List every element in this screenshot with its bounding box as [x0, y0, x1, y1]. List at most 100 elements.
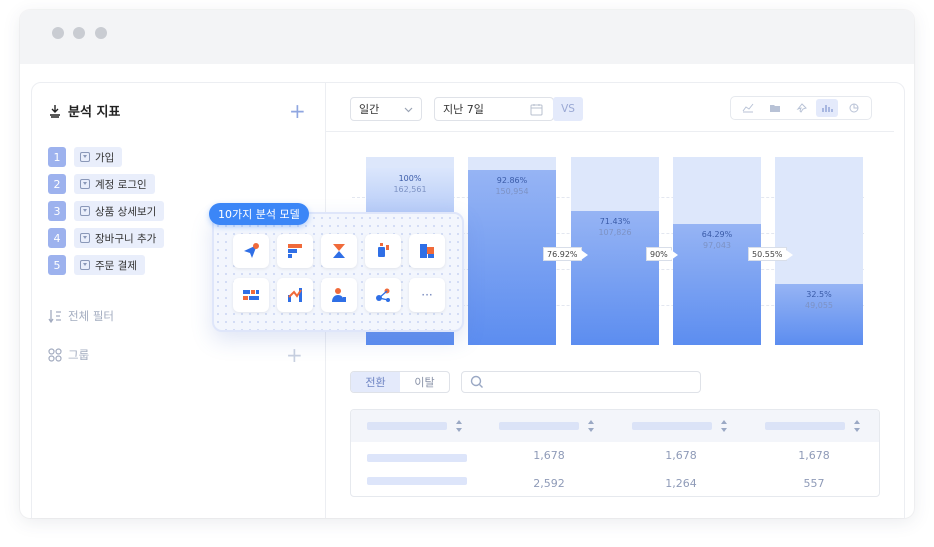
funnel-bar-count: 162,561: [393, 185, 427, 194]
group-label: 그룹: [68, 348, 90, 362]
group-link[interactable]: 그룹: [48, 347, 89, 363]
model-tile-attribution[interactable]: [365, 234, 401, 268]
metric-label: 가입: [95, 151, 115, 164]
row-label-placeholder: [367, 477, 467, 485]
funnel-bar-count: 49,055: [805, 301, 833, 310]
bar-chart-icon: [822, 105, 834, 112]
metric-chip[interactable]: 계정 로그인: [74, 174, 155, 194]
chart-type-toolbar: [730, 96, 872, 120]
pie-chart-button[interactable]: [843, 99, 865, 117]
table-cell: 1,678: [665, 449, 697, 462]
funnel-icon: [288, 244, 302, 258]
window-maximize-dot[interactable]: [95, 27, 107, 39]
model-tile-retention[interactable]: [321, 234, 357, 268]
more-models-button[interactable]: ···: [409, 278, 445, 312]
conversion-rate-tag: 50.55%: [748, 247, 792, 261]
metric-number: 2: [48, 174, 66, 194]
model-tile-trend[interactable]: [277, 278, 313, 312]
metric-number: 3: [48, 201, 66, 221]
plug-icon: [378, 243, 389, 257]
pin-button[interactable]: [790, 99, 812, 117]
metric-label: 상품 상세보기: [95, 205, 157, 218]
metric-number: 5: [48, 255, 66, 275]
add-metric-button[interactable]: +: [289, 101, 306, 121]
window-close-dot[interactable]: [52, 27, 64, 39]
line-chart-icon: [742, 103, 754, 113]
tab-dropoff[interactable]: 이탈: [400, 372, 449, 392]
metric-row[interactable]: 3 상품 상세보기: [48, 201, 165, 221]
funnel-bar-percent: 92.86%: [496, 176, 528, 185]
metric-label: 계정 로그인: [95, 178, 147, 191]
metric-chip[interactable]: 주문 결제: [74, 255, 145, 275]
sort-icon[interactable]: [853, 419, 861, 433]
column-header: [499, 422, 579, 430]
metric-chip[interactable]: 상품 상세보기: [74, 201, 165, 221]
period-value: 일간: [359, 103, 380, 116]
date-range-select[interactable]: 지난 7일: [434, 97, 554, 121]
sort-icon[interactable]: [720, 419, 728, 433]
model-tile-distribution[interactable]: [409, 234, 445, 268]
bar-chart-button[interactable]: [816, 99, 839, 117]
metric-row[interactable]: 2 계정 로그인: [48, 174, 155, 194]
funnel-bar-count: 150,954: [495, 187, 529, 196]
dropdown-icon: [80, 233, 90, 243]
dropdown-icon: [80, 179, 90, 189]
analysis-models-popup: ···: [212, 212, 464, 332]
model-tile-journey[interactable]: [233, 234, 269, 268]
window-minimize-dot[interactable]: [73, 27, 85, 39]
folder-icon: [769, 105, 780, 112]
pin-icon: [796, 103, 807, 113]
sort-icon[interactable]: [455, 419, 463, 433]
metric-label: 장바구니 추가: [95, 232, 157, 245]
folder-button[interactable]: [764, 99, 786, 117]
calendar-icon: [530, 104, 543, 116]
blocks-icon: [420, 244, 434, 258]
metric-chip[interactable]: 가입: [74, 147, 123, 167]
search-input[interactable]: [461, 371, 701, 393]
model-tile-network[interactable]: [365, 278, 401, 312]
sort-icon[interactable]: [587, 419, 595, 433]
metric-row[interactable]: 5 주문 결제: [48, 255, 145, 275]
model-tile-user[interactable]: [321, 278, 357, 312]
chevron-down-icon: [404, 107, 413, 113]
metrics-title: 분석 지표: [68, 105, 121, 120]
metric-chip[interactable]: 장바구니 추가: [74, 228, 165, 248]
metric-row[interactable]: 4 장바구니 추가: [48, 228, 165, 248]
conversion-rate-tag: 76.92%: [543, 247, 587, 261]
column-header: [632, 422, 712, 430]
line-chart-button[interactable]: [737, 99, 759, 117]
segment-icon: [243, 290, 259, 300]
table-cell: 1,264: [665, 477, 697, 490]
table-header: [351, 410, 879, 442]
network-icon: [376, 288, 390, 302]
metric-number: 1: [48, 147, 66, 167]
table-cell: 1,678: [798, 449, 830, 462]
search-icon: [470, 375, 483, 388]
data-table: 1,678 1,678 1,678 2,592 1,264 557: [350, 409, 880, 497]
date-range-value: 지난 7일: [443, 103, 484, 116]
table-cell: 557: [803, 477, 825, 490]
funnel-bar-percent: 100%: [398, 174, 422, 183]
analysis-models-badge: 10가지 분석 모델: [209, 203, 309, 225]
period-select[interactable]: 일간: [350, 97, 422, 121]
hourglass-icon: [333, 244, 345, 258]
add-group-button[interactable]: +: [286, 345, 303, 365]
metric-row[interactable]: 1 가입: [48, 147, 123, 167]
funnel-bar-percent: 71.43%: [599, 217, 631, 226]
navigation-icon: [244, 243, 259, 258]
table-cell: 1,678: [533, 449, 565, 462]
trend-icon: [288, 288, 302, 302]
all-filter-link[interactable]: 전체 필터: [48, 308, 114, 324]
compare-vs-button[interactable]: VS: [553, 97, 583, 121]
model-tile-funnel[interactable]: [277, 234, 313, 268]
dropdown-icon: [80, 206, 90, 216]
funnel-bar-percent: 64.29%: [701, 230, 733, 239]
metrics-icon: [50, 104, 60, 118]
tab-conversion[interactable]: 전환: [351, 372, 400, 392]
funnel-bar-percent: 32.5%: [806, 290, 832, 299]
conversion-tabs: 전환 이탈: [350, 371, 450, 393]
model-tile-segment[interactable]: [233, 278, 269, 312]
title-bar: [20, 10, 914, 64]
group-icon: [48, 348, 62, 362]
filter-icon: [48, 310, 61, 323]
